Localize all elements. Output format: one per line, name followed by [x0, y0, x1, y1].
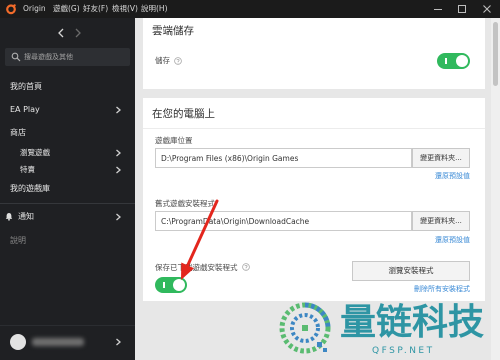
qfsp-logo-icon	[277, 300, 333, 356]
toggle-knob	[173, 279, 185, 291]
menu-view[interactable]: 檢視(V)	[112, 0, 138, 18]
sidebar-item-label: 特賣	[20, 165, 35, 174]
search-input[interactable]	[24, 48, 126, 66]
minimize-icon[interactable]	[433, 4, 443, 14]
legacy-installer-label: 舊式遊戲安裝程式	[155, 199, 215, 208]
sidebar-item-label: 說明	[10, 236, 26, 245]
bell-icon	[5, 212, 13, 221]
forward-arrow-icon[interactable]	[74, 28, 82, 38]
library-change-folder-button[interactable]: 變更資料夾...	[412, 148, 470, 168]
chevron-right-icon	[114, 166, 122, 174]
sidebar-item-home[interactable]: 我的首頁	[0, 78, 135, 96]
library-restore-default-link[interactable]: 還原預設值	[435, 171, 470, 181]
library-location-label: 遊戲庫位置	[155, 136, 193, 145]
sidebar-item-label: 商店	[10, 128, 26, 137]
toggle-knob	[456, 55, 468, 67]
keep-installers-row-label: 保存已下載遊戲安裝程式	[155, 262, 250, 274]
legacy-restore-default-link[interactable]: 還原預設值	[435, 235, 470, 245]
sidebar-item-label: 瀏覽遊戲	[20, 148, 50, 157]
sidebar-item-label: 我的首頁	[10, 82, 42, 91]
sidebar-item-label: 我的遊戲庫	[10, 184, 50, 193]
question-circle-icon[interactable]	[241, 263, 250, 271]
cloud-storage-toggle[interactable]	[437, 53, 470, 69]
legacy-installer-field[interactable]	[155, 211, 412, 231]
chevron-right-icon[interactable]	[114, 338, 122, 346]
profile-section[interactable]	[0, 325, 135, 360]
search-box[interactable]	[5, 48, 130, 66]
sidebar-item-deals[interactable]: 特賣	[0, 161, 135, 179]
on-computer-heading: 在您的電腦上	[152, 108, 215, 120]
chevron-right-icon	[114, 213, 122, 221]
cloud-storage-label: 儲存	[155, 56, 170, 65]
origin-logo-icon[interactable]	[5, 3, 17, 15]
menu-friends[interactable]: 好友(F)	[83, 0, 108, 18]
card-divider	[143, 128, 485, 129]
keep-installers-label: 保存已下載遊戲安裝程式	[155, 263, 238, 272]
question-circle-icon[interactable]	[174, 57, 182, 65]
menu-games[interactable]: 遊戲(G)	[53, 0, 80, 18]
settings-card-cloud-storage: 雲端儲存 儲存	[143, 18, 485, 89]
menu-origin[interactable]: Origin	[23, 0, 46, 18]
close-icon[interactable]	[482, 4, 492, 14]
sidebar-item-notifications[interactable]: 通知	[0, 208, 135, 226]
toggle-on-mark	[445, 58, 447, 64]
username-blurred	[32, 338, 84, 346]
cloud-storage-heading: 雲端儲存	[152, 25, 194, 37]
title-bar: Origin 遊戲(G) 好友(F) 檢視(V) 說明(H)	[0, 0, 500, 18]
keep-installers-toggle[interactable]	[155, 277, 187, 293]
toggle-on-mark	[163, 282, 165, 288]
sidebar-item-ea-play[interactable]: EA Play	[0, 101, 135, 119]
settings-card-on-computer: 在您的電腦上 遊戲庫位置 變更資料夾... 還原預設值 舊式遊戲安裝程式 變更資…	[143, 98, 485, 301]
sidebar-item-label: EA Play	[10, 105, 40, 114]
maximize-icon[interactable]	[457, 4, 467, 14]
scrollbar-thumb[interactable]	[493, 22, 498, 86]
sidebar-item-help[interactable]: 說明	[0, 232, 135, 250]
delete-all-installers-link[interactable]: 刪除所有安裝程式	[414, 284, 470, 294]
chevron-right-icon	[114, 106, 122, 114]
sidebar: 我的首頁 EA Play 商店 瀏覽遊戲 特賣 我的遊戲庫 通知 說明	[0, 18, 135, 360]
sidebar-divider	[0, 203, 135, 204]
sidebar-item-label: 通知	[18, 212, 34, 221]
legacy-change-folder-button[interactable]: 變更資料夾...	[412, 211, 470, 231]
browse-installers-button[interactable]: 瀏覽安裝程式	[352, 261, 470, 281]
avatar-icon[interactable]	[10, 334, 26, 350]
chevron-right-icon	[114, 149, 122, 157]
sidebar-item-browse-games[interactable]: 瀏覽遊戲	[0, 144, 135, 162]
watermark-brand: 量链科技	[340, 302, 485, 343]
menu-help[interactable]: 說明(H)	[141, 0, 168, 18]
sidebar-item-game-library[interactable]: 我的遊戲庫	[0, 180, 135, 198]
search-icon	[11, 52, 21, 62]
library-location-field[interactable]	[155, 148, 412, 168]
back-arrow-icon[interactable]	[57, 28, 65, 38]
watermark-site: QFSP.NET	[372, 346, 435, 356]
sidebar-item-store[interactable]: 商店	[0, 124, 135, 142]
